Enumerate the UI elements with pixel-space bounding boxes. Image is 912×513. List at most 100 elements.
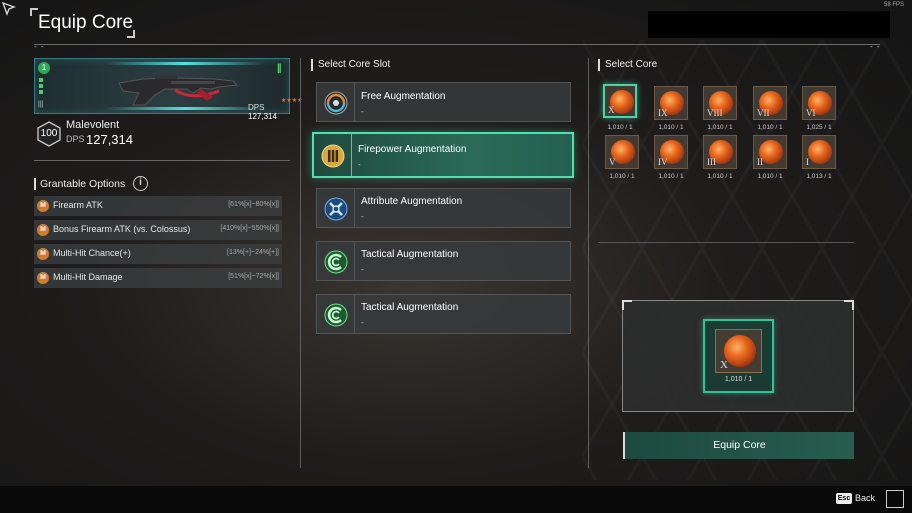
free-augmentation-icon (324, 91, 348, 115)
slot-sub: - (361, 265, 364, 274)
attribute-augmentation-icon (324, 197, 348, 221)
selected-core-count: 1,010 / 1 (724, 376, 753, 383)
option-value: [61%[x]~80%[x]] (228, 201, 279, 208)
core-tier: IX (658, 108, 668, 118)
column-divider (588, 58, 589, 468)
column-divider (300, 58, 301, 468)
back-button[interactable]: Back (855, 493, 875, 503)
core-tier: VI (806, 108, 816, 118)
core-option-icon: M (37, 224, 49, 236)
slot-label: Tactical Augmentation (361, 302, 459, 313)
option-name: Bonus Firearm ATK (vs. Colossus) (53, 224, 191, 234)
core-count: 1,013 / 1 (806, 173, 832, 180)
section-divider (34, 160, 290, 161)
core-tile-iv[interactable]: IV (654, 135, 688, 169)
core-tier: III (707, 157, 716, 167)
core-tier: VII (757, 108, 770, 118)
header-divider (34, 44, 880, 45)
equip-core-button[interactable]: Equip Core (623, 432, 854, 459)
fps-counter: 58 FPS (884, 2, 905, 8)
core-count: 1,010 / 1 (707, 173, 733, 180)
core-tile-viii[interactable]: VIII (703, 86, 737, 120)
slot-sub: - (361, 318, 364, 327)
tactical-augmentation-icon (324, 303, 348, 327)
option-name: Firearm ATK (53, 200, 103, 210)
core-tier: I (806, 157, 809, 167)
grantable-options-title: Grantable Options (40, 178, 126, 190)
slot-label: Attribute Augmentation (361, 196, 463, 207)
core-tier: IV (658, 157, 668, 167)
core-count: 1,010 / 1 (607, 124, 633, 131)
select-core-slot-title: Select Core Slot (318, 59, 391, 70)
title-corner (127, 30, 135, 38)
core-slot-tactical-2[interactable]: Tactical Augmentation - (316, 294, 571, 334)
core-option-icon: M (37, 272, 49, 284)
tactical-augmentation-icon (324, 250, 348, 274)
core-count: 1,010 / 1 (757, 124, 783, 131)
weapon-level-marker: ||| (38, 101, 44, 108)
selected-core-tier: X (720, 359, 728, 371)
slot-sub: - (358, 160, 361, 169)
slot-label: Tactical Augmentation (361, 249, 459, 260)
weapon-dps-value: 127,314 (86, 132, 133, 147)
rifle-icon (118, 75, 239, 106)
core-tile-x[interactable]: X (603, 84, 637, 118)
core-count: 1,010 / 1 (757, 173, 783, 180)
weapon-status-dots (39, 78, 43, 96)
core-tile-v[interactable]: V (605, 135, 639, 169)
title-corner (30, 8, 38, 16)
core-tile-iii[interactable]: III (703, 135, 737, 169)
weapon-card-dps: DPS 127,314 (248, 103, 289, 121)
level-badge: 100 (36, 121, 62, 147)
firepower-augmentation-icon (321, 144, 345, 168)
slot-label: Firepower Augmentation (358, 144, 467, 155)
core-slot-attribute[interactable]: Attribute Augmentation - (316, 188, 571, 228)
section-marker (34, 178, 36, 190)
select-core-title: Select Core (605, 59, 658, 70)
grantable-option-row: M Firearm ATK [61%[x]~80%[x]] (34, 196, 282, 216)
core-tile-vii[interactable]: VII (753, 86, 787, 120)
option-value: [51%[x]~72%[x]] (228, 273, 279, 280)
core-tile-ii[interactable]: II (753, 135, 787, 169)
core-option-icon: M (37, 200, 49, 212)
core-orb-icon (808, 140, 832, 164)
level-value: 100 (40, 128, 58, 139)
section-divider (598, 242, 854, 243)
weapon-name: Malevolent (66, 119, 120, 131)
weapon-equipped-icon: || (277, 63, 282, 74)
core-tier: V (609, 157, 616, 167)
core-tile-i[interactable]: I (802, 135, 836, 169)
slot-sub: - (361, 212, 364, 221)
core-tier: VIII (707, 108, 723, 118)
weapon-card[interactable]: 1 ||| || ★★★★ DPS 127,314 (34, 58, 303, 121)
core-tier: X (608, 105, 615, 115)
option-name: Multi-Hit Chance(+) (53, 248, 131, 258)
cursor-icon (2, 2, 16, 16)
grantable-option-row: M Multi-Hit Chance(+) [13%[+]~24%[+]] (34, 244, 282, 264)
core-orb-icon (724, 335, 756, 367)
core-slot-free[interactable]: Free Augmentation - (316, 82, 571, 122)
option-value: [410%[x]~550%[x]] (220, 225, 279, 232)
esc-key-icon: Esc (836, 493, 852, 504)
core-tile-vi[interactable]: VI (802, 86, 836, 120)
slot-sub: - (361, 107, 364, 116)
core-count: 1,010 / 1 (658, 173, 684, 180)
redacted-box (648, 11, 890, 38)
menu-corner-icon[interactable] (886, 490, 904, 508)
core-count: 1,025 / 1 (806, 124, 832, 131)
weapon-slot-number: 1 (38, 62, 50, 74)
weapon-dps-label: DPS (66, 134, 85, 144)
option-value: [13%[+]~24%[+]] (227, 249, 279, 256)
info-icon[interactable]: i (133, 176, 148, 191)
core-option-icon: M (37, 248, 49, 260)
slot-label: Free Augmentation (361, 91, 446, 102)
core-slot-firepower[interactable]: Firepower Augmentation - (312, 132, 574, 178)
section-marker (311, 59, 313, 71)
footer-bar (0, 486, 912, 513)
core-slot-tactical-1[interactable]: Tactical Augmentation - (316, 241, 571, 281)
weapon-card-dps-label: DPS (248, 103, 265, 112)
core-tile-ix[interactable]: IX (654, 86, 688, 120)
core-count: 1,010 / 1 (707, 124, 733, 131)
option-name: Multi-Hit Damage (53, 272, 123, 282)
selected-core-tile: X 1,010 / 1 (703, 319, 774, 393)
